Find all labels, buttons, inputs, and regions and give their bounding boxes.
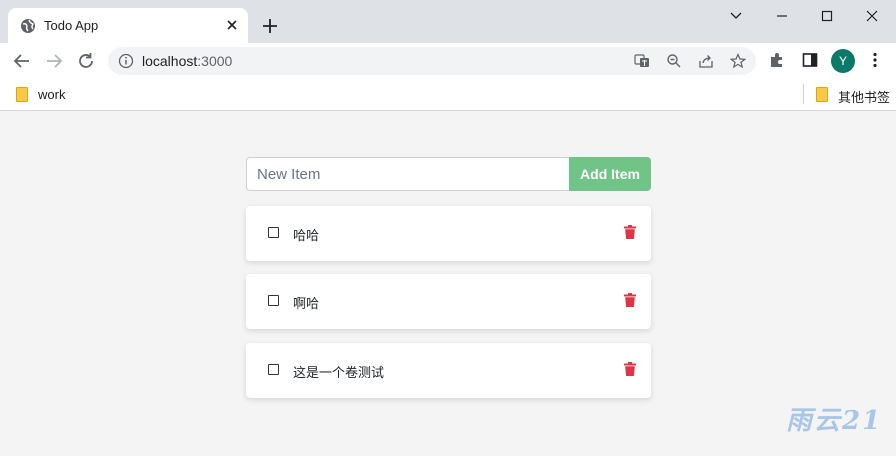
todo-checkbox[interactable]: [268, 227, 279, 238]
side-panel-icon[interactable]: [801, 51, 819, 69]
close-window-icon[interactable]: [862, 7, 882, 25]
url-port: :3000: [197, 53, 233, 69]
bookmarks-bar: work 其他书签: [0, 79, 896, 111]
tab-title: Todo App: [44, 18, 99, 33]
bookmark-label: 其他书签: [838, 90, 891, 105]
translate-icon[interactable]: [634, 53, 650, 69]
bookmark-work[interactable]: work: [16, 86, 86, 104]
bookmark-label: work: [38, 87, 66, 102]
new-item-input[interactable]: [246, 157, 570, 191]
browser-titlebar: Todo App: [0, 0, 896, 43]
bookmark-other[interactable]: 其他书签: [816, 86, 894, 105]
todo-item: 这是一个卷测试: [246, 343, 651, 398]
address-bar[interactable]: localhost:3000: [108, 47, 756, 75]
todo-text: 啊哈: [293, 296, 320, 311]
back-arrow-icon[interactable]: [12, 51, 32, 71]
bookmark-star-icon[interactable]: [730, 53, 746, 69]
todo-item: 哈哈: [246, 206, 651, 261]
todo-text: 这是一个卷测试: [293, 365, 385, 380]
trash-icon[interactable]: [624, 362, 636, 376]
todo-text: 哈哈: [293, 228, 320, 243]
forward-arrow-icon[interactable]: [44, 51, 64, 71]
reload-icon[interactable]: [76, 51, 96, 71]
info-icon[interactable]: [118, 53, 134, 69]
folder-icon: [816, 87, 828, 102]
browser-tab[interactable]: Todo App: [8, 8, 248, 43]
share-icon[interactable]: [698, 53, 714, 69]
zoom-out-icon[interactable]: [666, 53, 682, 69]
trash-icon[interactable]: [624, 293, 636, 307]
more-options-icon[interactable]: [866, 51, 884, 69]
url-host: localhost: [142, 53, 198, 69]
bookmark-divider: [803, 84, 804, 104]
profile-avatar[interactable]: Y: [831, 49, 855, 73]
add-item-button[interactable]: Add Item: [569, 157, 651, 191]
maximize-icon[interactable]: [817, 7, 837, 25]
todo-app: Add Item 哈哈 啊哈 这是一个卷测试: [0, 112, 896, 456]
add-item-form: Add Item: [246, 157, 651, 191]
folder-icon: [16, 87, 28, 102]
todo-checkbox[interactable]: [268, 295, 279, 306]
extensions-icon[interactable]: [768, 51, 786, 69]
todo-item: 啊哈: [246, 274, 651, 329]
trash-icon[interactable]: [624, 225, 636, 239]
todo-checkbox[interactable]: [268, 364, 279, 375]
watermark-text: 雨云21: [786, 406, 883, 436]
url-text[interactable]: localhost:3000: [142, 53, 232, 69]
close-tab-icon[interactable]: [224, 17, 240, 33]
globe-icon: [21, 19, 35, 33]
chevron-down-icon[interactable]: [726, 7, 746, 25]
minimize-icon[interactable]: [772, 7, 792, 25]
browser-toolbar: localhost:3000 Y: [0, 43, 896, 79]
new-tab-icon[interactable]: [260, 16, 280, 36]
